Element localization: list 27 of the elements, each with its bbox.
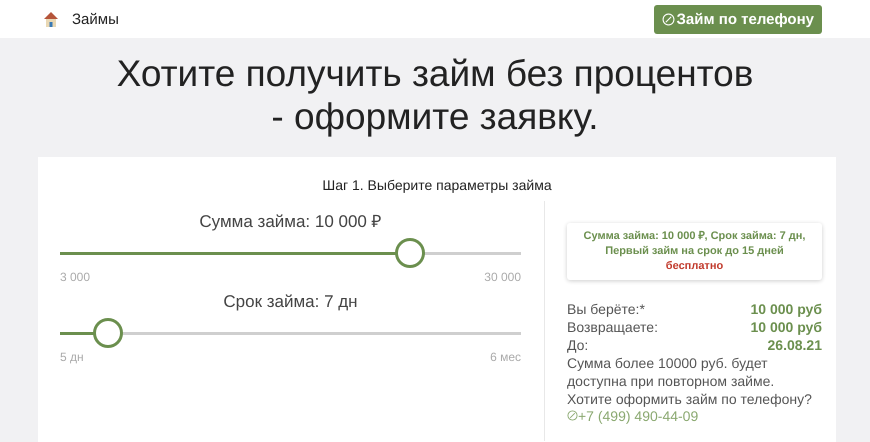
headline: Хотите получить займ без процентов - оформите заявку. (116, 52, 754, 139)
free-label: бесплатно (666, 260, 724, 272)
slider-thumb[interactable] (92, 318, 123, 348)
detail-label: Вы берёте:* (567, 300, 645, 318)
min-label: 5 дн (60, 350, 84, 364)
site-title: Займы (72, 10, 119, 28)
min-label: 3 000 (60, 270, 90, 284)
detail-value: 10 000 руб (750, 318, 822, 336)
summary-text: Сумма займа: 10 000 ₽, Срок займа: 7 дн, Первый займ на срок до 15 дней (584, 230, 806, 257)
note-text: Сумма более 10000 руб. будет доступна при повторном займе. Хотите оформить займ по телефону? (567, 354, 813, 408)
slider[interactable] (60, 318, 521, 348)
phone-icon (567, 410, 578, 421)
phone-link[interactable]: +7 (499) 490-44-09 (567, 408, 698, 424)
max-label: 6 мес (490, 350, 521, 364)
step-title: Шаг 1. Выберите параметры займа (321, 177, 553, 193)
max-label: 30 000 (484, 270, 521, 284)
phone-icon (662, 12, 675, 26)
slider-label: Срок займа: 7 дн (222, 292, 359, 312)
detail-value: 10 000 руб (750, 300, 822, 318)
house-icon (42, 10, 60, 28)
slider-label: Сумма займа: 10 000 ₽ (198, 211, 383, 232)
detail-label: До: (567, 336, 588, 354)
slider[interactable] (60, 238, 521, 268)
slider-thumb[interactable] (395, 238, 426, 268)
phone-loan-button[interactable]: Займ по телефону (654, 4, 822, 34)
detail-value: 26.08.21 (768, 336, 822, 354)
detail-label: Возвращаете: (567, 318, 658, 336)
